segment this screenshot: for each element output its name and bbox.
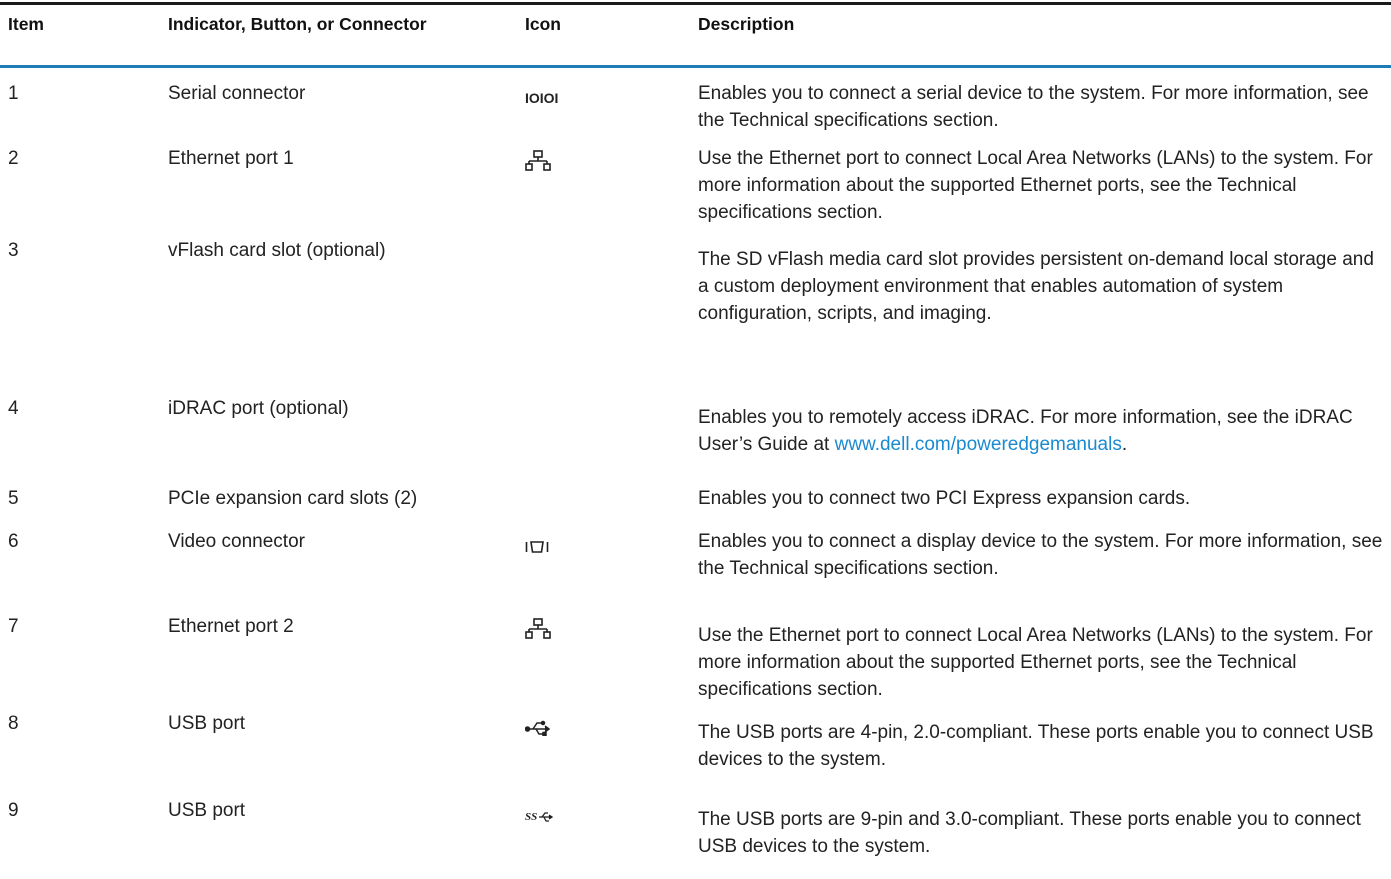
row-connector-name: USB port bbox=[168, 713, 246, 734]
row-item-number: 3 bbox=[8, 240, 19, 261]
row-description: Enables you to connect a display device … bbox=[698, 531, 1383, 579]
row-connector-name: Ethernet port 2 bbox=[168, 616, 294, 637]
row-connector-name: Serial connector bbox=[168, 83, 306, 104]
row-item-number: 7 bbox=[8, 616, 19, 637]
header-description: Description bbox=[698, 14, 795, 34]
row-item-number: 8 bbox=[8, 713, 19, 734]
row-item-number: 9 bbox=[8, 800, 19, 821]
usb-ss-icon: SS bbox=[525, 809, 565, 839]
svg-text:SS: SS bbox=[525, 811, 537, 823]
row-item-number: 1 bbox=[8, 83, 19, 104]
header-icon: Icon bbox=[525, 14, 561, 34]
row-description: The USB ports are 9-pin and 3.0-complian… bbox=[698, 809, 1361, 857]
header-item: Item bbox=[8, 14, 44, 34]
serial-icon: IOIOI bbox=[525, 90, 565, 120]
row-connector-name: PCIe expansion card slots (2) bbox=[168, 488, 418, 509]
row-connector-name: iDRAC port (optional) bbox=[168, 398, 349, 419]
usb-icon bbox=[525, 720, 565, 750]
row-description: Use the Ethernet port to connect Local A… bbox=[698, 625, 1373, 700]
row-item-number: 2 bbox=[8, 148, 19, 169]
row-item-number: 6 bbox=[8, 531, 19, 552]
row-description: Enables you to connect two PCI Express e… bbox=[698, 488, 1191, 509]
row-description: Enables you to connect a serial device t… bbox=[698, 83, 1369, 131]
description-suffix: . bbox=[1121, 434, 1128, 455]
header-indicator: Indicator, Button, or Connector bbox=[168, 14, 427, 34]
row-connector-name: vFlash card slot (optional) bbox=[168, 240, 386, 261]
row-connector-name: USB port bbox=[168, 800, 246, 821]
row-item-number: 5 bbox=[8, 488, 19, 509]
svg-text:IOIOI: IOIOI bbox=[525, 90, 558, 106]
table-header: Item Indicator, Button, or Connector Ico… bbox=[0, 15, 1391, 65]
table-header-rule bbox=[0, 65, 1391, 68]
row-description: Use the Ethernet port to connect Local A… bbox=[698, 148, 1373, 223]
row-description: Enables you to remotely access iDRAC. Fo… bbox=[698, 404, 1388, 458]
poweredge-manuals-link[interactable]: www.dell.com/poweredgemanuals bbox=[835, 434, 1122, 455]
ethernet-icon bbox=[525, 618, 565, 648]
row-description: The SD vFlash media card slot provides p… bbox=[698, 249, 1374, 324]
row-connector-name: Ethernet port 1 bbox=[168, 148, 294, 169]
row-item-number: 4 bbox=[8, 398, 19, 419]
row-connector-name: Video connector bbox=[168, 531, 305, 552]
row-description: The USB ports are 4-pin, 2.0-compliant. … bbox=[698, 722, 1374, 770]
video-icon bbox=[525, 540, 565, 570]
table-top-rule bbox=[0, 2, 1391, 5]
ethernet-icon bbox=[525, 150, 565, 180]
